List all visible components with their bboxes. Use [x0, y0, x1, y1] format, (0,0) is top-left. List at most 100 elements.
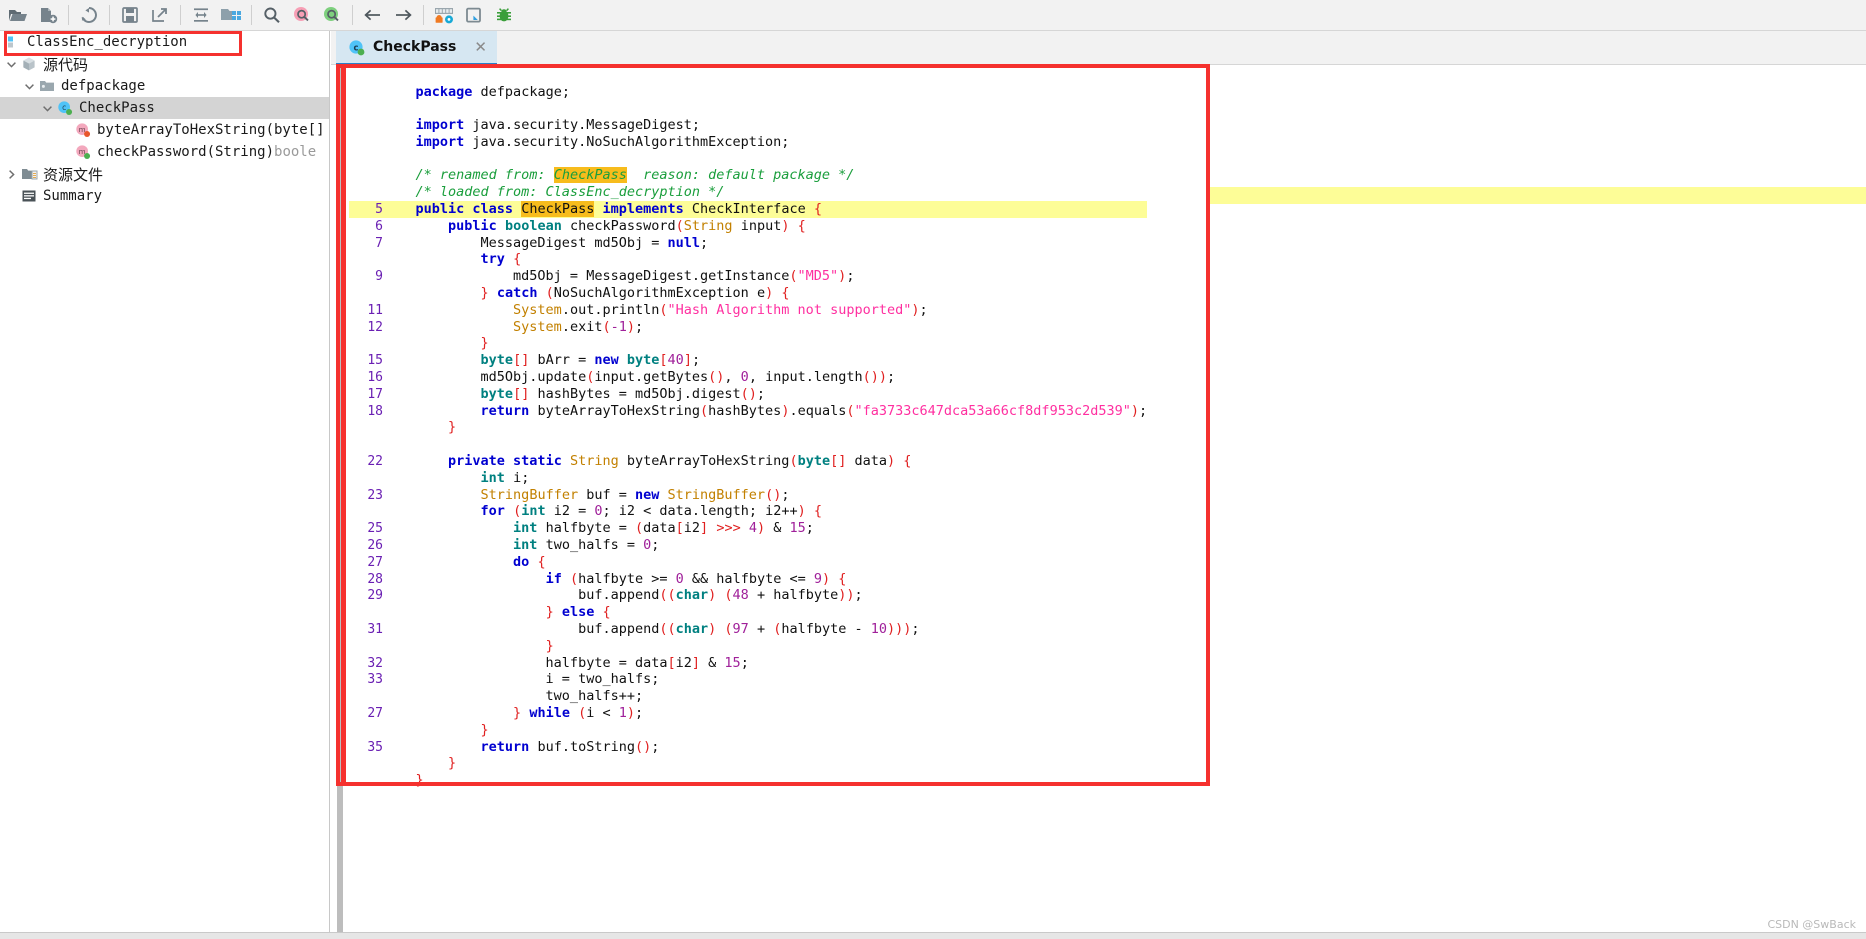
collapse-all-icon[interactable] — [186, 2, 216, 29]
toolbar-separator — [109, 5, 110, 25]
code-line-text: System.exit(-1); — [513, 318, 644, 335]
code-line: 9 md5Obj = MessageDigest.getInstance("MD… — [349, 268, 1147, 285]
code-line-text: int halfbyte = (data[i2] >>> 4) & 15; — [513, 520, 814, 537]
code-line-text: package defpackage; — [415, 83, 570, 100]
status-bar — [0, 932, 1866, 939]
code-line-text: halfbyte = data[i2] & 15; — [383, 654, 749, 671]
code-line: } — [349, 772, 1147, 789]
code-line: 27 } while (i < 1); — [349, 705, 1147, 722]
code-line-text: try { — [480, 251, 522, 268]
code-line: 12 System.exit(-1); — [349, 319, 1147, 336]
code-line-text: } while (i < 1); — [513, 704, 644, 721]
code-line: int i; — [349, 470, 1147, 487]
tree-body[interactable]: 源代码 defpackage c CheckPass m byteArrayToHexSt… — [0, 53, 329, 207]
code-line: 27 do { — [349, 554, 1147, 571]
summary-icon — [20, 188, 38, 204]
code-line: 7 MessageDigest md5Obj = null; — [349, 235, 1147, 252]
chevron-down-icon[interactable] — [22, 79, 36, 93]
tree-item-label: byteArrayToHexString(byte[] — [97, 122, 325, 138]
tree-item-project-root[interactable]: ClassEnc_decryption — [0, 31, 329, 53]
code-line-text: byte[] hashBytes = md5Obj.digest(); — [480, 385, 766, 402]
export-gradle-icon[interactable] — [145, 2, 175, 29]
forward-arrow-icon[interactable] — [388, 2, 418, 29]
code-line-text: buf.append((char) (48 + halfbyte)); — [383, 587, 863, 604]
line-number: 31 — [367, 622, 383, 637]
tab-checkpass[interactable]: c CheckPass ✕ — [336, 31, 497, 65]
code-line: } catch (NoSuchAlgorithmException e) { — [349, 285, 1147, 302]
tree-item-6[interactable]: Summary — [0, 185, 329, 207]
search-class-icon[interactable] — [287, 2, 317, 29]
code-line-text: } — [480, 721, 489, 738]
code-line-text: import java.security.NoSuchAlgorithmExce… — [415, 133, 790, 150]
tree-item-label: Summary — [43, 188, 103, 204]
chevron-down-icon[interactable] — [4, 57, 18, 71]
code-line: 16 md5Obj.update(input.getBytes(), 0, in… — [349, 369, 1147, 386]
tree-item-label: CheckPass — [79, 100, 155, 116]
code-line: 31 buf.append((char) (97 + (halfbyte - 1… — [349, 621, 1147, 638]
deobfuscation-icon[interactable] — [429, 2, 459, 29]
preferences-icon[interactable] — [459, 2, 489, 29]
code-line-text: for (int i2 = 0; i2 < data.length; i2++)… — [480, 503, 823, 520]
watermark: CSDN @SwBack — [1767, 918, 1856, 931]
editor-area: c CheckPass ✕ package defpackage; import… — [331, 31, 1866, 939]
line-number: 27 — [367, 554, 383, 570]
code-line-text: i = two_halfs; — [383, 671, 660, 688]
line-number: 17 — [367, 386, 383, 402]
search-icon[interactable] — [257, 2, 287, 29]
line-number: 27 — [367, 705, 383, 721]
line-number: 26 — [367, 538, 383, 554]
code-line-text: md5Obj.update(input.getBytes(), 0, input… — [383, 369, 896, 386]
code-line-text: return byteArrayToHexString(hashBytes).e… — [480, 402, 1148, 419]
code-line: } — [349, 755, 1147, 772]
search-method-icon[interactable] — [317, 2, 347, 29]
chevron-down-icon[interactable] — [40, 101, 54, 115]
code-line: } — [349, 335, 1147, 352]
save-icon[interactable] — [115, 2, 145, 29]
package-cube-icon — [20, 56, 38, 72]
code-line-text: System.out.println("Hash Algorithm not s… — [513, 301, 928, 318]
close-icon[interactable]: ✕ — [474, 38, 487, 56]
add-files-icon[interactable] — [33, 2, 63, 29]
debug-bug-icon[interactable] — [489, 2, 519, 29]
code-line-text: } — [448, 419, 457, 436]
code-line: 17 byte[] hashBytes = md5Obj.digest(); — [349, 386, 1147, 403]
chevron-right-icon[interactable] — [4, 167, 18, 181]
toolbar-separator — [352, 5, 353, 25]
code-line-text: } — [480, 335, 489, 352]
open-project-icon[interactable] — [216, 2, 246, 29]
line-number: 25 — [367, 521, 383, 537]
project-tree-sidebar[interactable]: ClassEnc_decryption 源代码 defpackage c CheckP… — [0, 31, 330, 939]
code-line-text: public class CheckPass implements CheckI… — [415, 201, 822, 218]
code-line: } — [349, 419, 1147, 436]
toolbar-separator — [251, 5, 252, 25]
tree-item-0[interactable]: 源代码 — [0, 53, 329, 75]
tree-item-1[interactable]: defpackage — [0, 75, 329, 97]
code-line: 18 return byteArrayToHexString(hashBytes… — [349, 403, 1147, 420]
tree-item-5[interactable]: 资源文件 — [0, 163, 329, 185]
code-line: /* renamed from: CheckPass reason: defau… — [349, 167, 1147, 184]
code-line: 5 public class CheckPass implements Chec… — [349, 201, 1148, 218]
tree-item-4[interactable]: m checkPassword(String) boole — [0, 141, 329, 163]
code-line: 32 halfbyte = data[i2] & 15; — [349, 655, 1147, 672]
tree-item-2[interactable]: c CheckPass — [0, 97, 329, 119]
code-line: 25 int halfbyte = (data[i2] >>> 4) & 15; — [349, 520, 1147, 537]
svg-text:c: c — [62, 103, 66, 112]
method-private-icon: m — [74, 122, 92, 138]
tree-twisty-none — [4, 189, 18, 203]
code-line-text: do { — [513, 553, 546, 570]
tree-item-signature: boole — [274, 144, 317, 160]
open-folder-icon[interactable] — [3, 2, 33, 29]
code-line-text: public boolean checkPassword(String inpu… — [448, 217, 806, 234]
code-content[interactable]: package defpackage; import java.security… — [349, 83, 1148, 789]
line-number: 9 — [375, 269, 383, 285]
editor-tabbar: c CheckPass ✕ — [331, 31, 1866, 65]
code-line-text: /* loaded from: ClassEnc_decryption */ — [383, 184, 725, 201]
line-number: 22 — [367, 454, 383, 470]
toolbar-separator — [423, 5, 424, 25]
code-line: 35 return buf.toString(); — [349, 739, 1147, 756]
reload-icon[interactable] — [74, 2, 104, 29]
back-arrow-icon[interactable] — [358, 2, 388, 29]
tree-item-3[interactable]: m byteArrayToHexString(byte[] — [0, 119, 329, 141]
code-line: 33 i = two_halfs; — [349, 671, 1147, 688]
